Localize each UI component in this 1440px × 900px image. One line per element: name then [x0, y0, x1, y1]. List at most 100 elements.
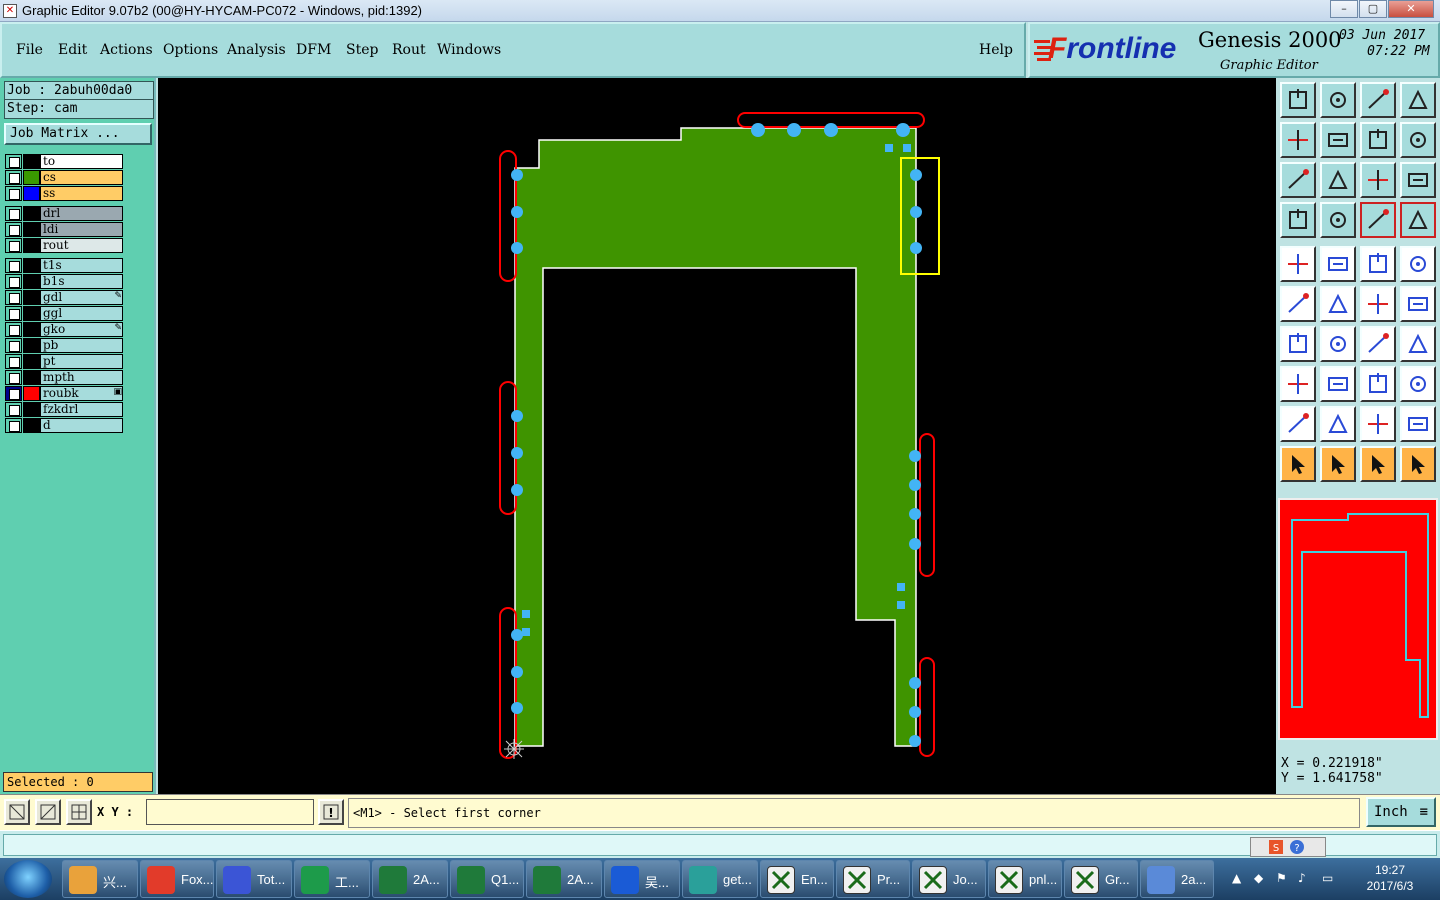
menu-actions[interactable]: Actions: [100, 42, 153, 58]
pointer-icon[interactable]: [1280, 446, 1316, 482]
layer-row-drl[interactable]: drl: [5, 206, 125, 221]
tray-network-icon[interactable]: ◆: [1254, 871, 1270, 887]
grid-view-icon[interactable]: [1320, 202, 1356, 238]
taskbar-item[interactable]: 2A...: [526, 860, 602, 898]
layer-checkbox[interactable]: [5, 170, 22, 185]
xy-input[interactable]: [146, 799, 314, 825]
align-icon[interactable]: [1320, 366, 1356, 402]
taskbar-item[interactable]: 工...: [294, 860, 370, 898]
text-c-icon[interactable]: [1400, 406, 1436, 442]
line-point-icon[interactable]: [1360, 286, 1396, 322]
layer-row-fzkdrl[interactable]: fzkdrl: [5, 402, 125, 417]
layer-checkbox[interactable]: [5, 370, 22, 385]
layer-name[interactable]: ldi: [40, 222, 123, 237]
start-button[interactable]: [4, 860, 52, 898]
layer-checkbox[interactable]: [5, 186, 22, 201]
settings-icon[interactable]: [1280, 202, 1316, 238]
layer-row-rout[interactable]: rout: [5, 238, 125, 253]
graphic-canvas[interactable]: [158, 78, 1276, 794]
layer-name[interactable]: gdl: [40, 290, 123, 305]
layer-name[interactable]: gko: [40, 322, 123, 337]
layer-name[interactable]: drl: [40, 206, 123, 221]
tray-display-icon[interactable]: ▭: [1322, 871, 1338, 887]
layer-name[interactable]: rout: [40, 238, 123, 253]
layer-name[interactable]: ss: [40, 186, 123, 201]
layer-row-ggl[interactable]: ggl: [5, 306, 125, 321]
menu-edit[interactable]: Edit: [58, 42, 87, 58]
menu-analysis[interactable]: Analysis: [227, 42, 286, 58]
taskbar-item[interactable]: 2A...: [372, 860, 448, 898]
ime-toolbar[interactable]: S ?: [1250, 837, 1326, 857]
layer-checkbox[interactable]: [5, 258, 22, 273]
step-back-icon[interactable]: [1360, 122, 1396, 158]
layer-checkbox[interactable]: [5, 222, 22, 237]
dot-icon[interactable]: [1400, 246, 1436, 282]
layer-row-d[interactable]: d: [5, 418, 125, 433]
taskbar-item[interactable]: Jo...: [912, 860, 986, 898]
text-a-icon[interactable]: [1320, 406, 1356, 442]
layer-row-gko[interactable]: gko ✎: [5, 322, 125, 337]
taskbar-item[interactable]: 2a...: [1140, 860, 1214, 898]
unit-selector[interactable]: Inch ≡: [1366, 797, 1436, 827]
menu-options[interactable]: Options: [163, 42, 218, 58]
shape-icon[interactable]: [1320, 246, 1356, 282]
menu-step[interactable]: Step: [346, 42, 378, 58]
layer-checkbox[interactable]: [5, 354, 22, 369]
menu-dfm[interactable]: DFM: [296, 42, 331, 58]
layer-row-pt[interactable]: pt: [5, 354, 125, 369]
ruler-icon[interactable]: [1360, 246, 1396, 282]
layer-name[interactable]: pt: [40, 354, 123, 369]
node-icon[interactable]: [1280, 286, 1316, 322]
layer-name[interactable]: t1s: [40, 258, 123, 273]
menu-help[interactable]: Help: [979, 42, 1013, 58]
layer-row-mpth[interactable]: mpth: [5, 370, 125, 385]
layer-row-to[interactable]: to: [5, 154, 125, 169]
layer-checkbox[interactable]: [5, 306, 22, 321]
cross-icon[interactable]: [1320, 286, 1356, 322]
layer-left-icon[interactable]: [1280, 122, 1316, 158]
taskbar-item[interactable]: Q1...: [450, 860, 524, 898]
layer-checkbox[interactable]: [5, 402, 22, 417]
layer-checkbox[interactable]: [5, 386, 22, 401]
close-button[interactable]: ✕: [1388, 0, 1434, 18]
help-icon[interactable]: [1400, 162, 1436, 198]
snap-icon[interactable]: [4, 799, 30, 825]
layer-name[interactable]: pb: [40, 338, 123, 353]
text-b-icon[interactable]: [1360, 406, 1396, 442]
layer-name[interactable]: d: [40, 418, 123, 433]
swap-icon[interactable]: [1400, 122, 1436, 158]
layer-checkbox[interactable]: [5, 238, 22, 253]
maximize-button[interactable]: ▢: [1359, 0, 1387, 18]
taskbar-item[interactable]: 吴...: [604, 860, 680, 898]
measure-icon[interactable]: [35, 799, 61, 825]
layer-row-gdl[interactable]: gdl ✎: [5, 290, 125, 305]
layer-checkbox[interactable]: [5, 154, 22, 169]
zoom-center-icon[interactable]: [1320, 162, 1356, 198]
layer-name[interactable]: ggl: [40, 306, 123, 321]
export-icon[interactable]: [1280, 82, 1316, 118]
taskbar-item[interactable]: Pr...: [836, 860, 910, 898]
pad-icon[interactable]: [1280, 246, 1316, 282]
layer-row-t1s[interactable]: t1s: [5, 258, 125, 273]
layer-row-cs[interactable]: cs: [5, 170, 125, 185]
board-drawing[interactable]: [158, 78, 1276, 794]
layer-name[interactable]: fzkdrl: [40, 402, 123, 417]
layer-name[interactable]: to: [40, 154, 123, 169]
net-red-icon[interactable]: [1360, 202, 1396, 238]
window-icon[interactable]: [1400, 82, 1436, 118]
alert-icon[interactable]: !: [318, 799, 344, 825]
net-select-icon[interactable]: [1400, 202, 1436, 238]
layer-row-ss[interactable]: ss: [5, 186, 125, 201]
system-clock[interactable]: 19:27 2017/6/3: [1350, 862, 1430, 894]
tray-flag-icon[interactable]: ⚑: [1276, 871, 1292, 887]
pointer-box-icon[interactable]: [1320, 446, 1356, 482]
zoom-fit-icon[interactable]: [1280, 162, 1316, 198]
group-icon[interactable]: [1400, 366, 1436, 402]
layer-name[interactable]: b1s: [40, 274, 123, 289]
layer-name[interactable]: cs: [40, 170, 123, 185]
layer-checkbox[interactable]: [5, 418, 22, 433]
taskbar-item[interactable]: En...: [760, 860, 834, 898]
layer-row-ldi[interactable]: ldi: [5, 222, 125, 237]
menu-windows[interactable]: Windows: [437, 42, 501, 58]
overview-map[interactable]: [1278, 498, 1438, 740]
